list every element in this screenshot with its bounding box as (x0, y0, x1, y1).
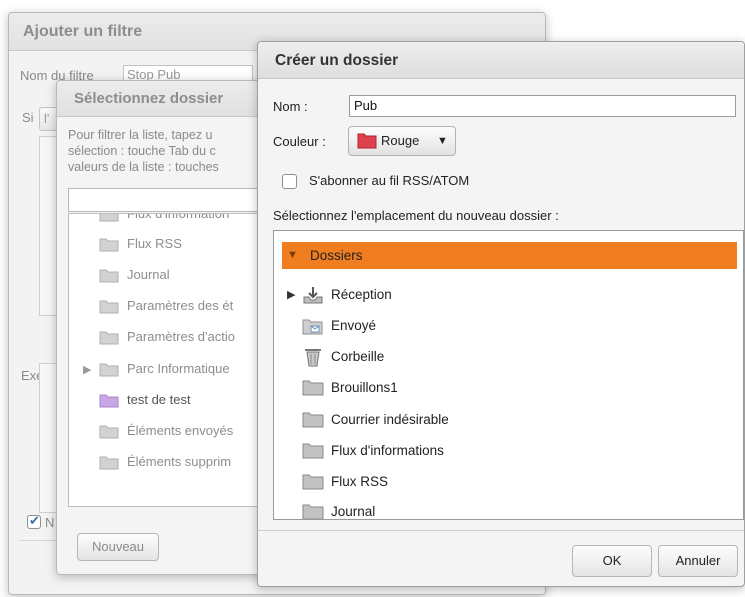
new-folder-button[interactable]: Nouveau (77, 533, 159, 561)
filter-if-label: Si (22, 110, 34, 125)
folder-color-select[interactable]: Rouge ▼ (348, 126, 456, 156)
create-folder-title: Créer un dossier (258, 42, 744, 79)
folder-icon (302, 443, 324, 459)
folder-icon (99, 394, 119, 408)
chevron-down-icon: ▼ (437, 135, 448, 147)
help-line: Pour filtrer la liste, tapez u (68, 128, 213, 142)
select-folder-help: Pour filtrer la liste, tapez u sélection… (68, 127, 270, 175)
inbox-icon (303, 287, 323, 304)
sent-icon (302, 319, 323, 335)
folder-icon (99, 425, 119, 439)
folder-color-label: Couleur : (273, 134, 326, 149)
expand-arrow-icon[interactable]: ▶ (83, 363, 91, 376)
filter-n-checkbox[interactable] (27, 513, 41, 529)
create-folder-dialog: Créer un dossier Nom : Pub Couleur : Rou… (257, 41, 745, 587)
folder-icon (302, 412, 324, 428)
help-line: sélection : touche Tab du c (68, 144, 216, 158)
select-folder-list[interactable]: Flux d'information Flux RSS Journal Para… (68, 213, 270, 507)
filter-divider (19, 540, 59, 541)
folder-name-input[interactable]: Pub (349, 95, 736, 117)
filter-n-checkbox-label: N (45, 515, 55, 530)
folder-filter-input[interactable] (68, 188, 270, 212)
folder-icon (99, 331, 119, 345)
rss-subscribe-checkbox[interactable] (282, 174, 297, 189)
folder-location-label: Sélectionnez l'emplacement du nouveau do… (273, 208, 559, 223)
folder-name-label: Nom : (273, 99, 308, 114)
help-line: valeurs de la liste : touches (68, 160, 219, 174)
expand-arrow-icon[interactable]: ▶ (287, 288, 295, 301)
folder-icon (99, 456, 119, 470)
folder-color-value: Rouge (381, 133, 420, 148)
folder-location-tree[interactable]: ▼ Dossiers ▶ Réception Envoyé Corbeille … (273, 230, 744, 520)
trash-icon (305, 349, 321, 367)
folder-icon (302, 504, 324, 519)
tree-root-dossiers[interactable]: ▼ Dossiers (282, 242, 737, 269)
select-folder-dialog: Sélectionnez dossier Pour filtrer la lis… (56, 80, 271, 575)
folder-icon (99, 269, 119, 283)
folder-icon (302, 380, 324, 396)
footer-divider (258, 530, 744, 531)
folder-icon (302, 474, 324, 490)
folder-icon (99, 214, 119, 222)
folder-icon (99, 238, 119, 252)
ok-button[interactable]: OK (572, 545, 652, 577)
rss-subscribe-label: S'abonner au fil RSS/ATOM (309, 173, 470, 188)
folder-icon (99, 300, 119, 314)
folder-icon (99, 363, 119, 377)
triangle-down-icon[interactable]: ▼ (287, 242, 298, 269)
cancel-button[interactable]: Annuler (658, 545, 738, 577)
select-folder-title: Sélectionnez dossier (57, 81, 270, 117)
red-folder-icon (357, 133, 377, 149)
